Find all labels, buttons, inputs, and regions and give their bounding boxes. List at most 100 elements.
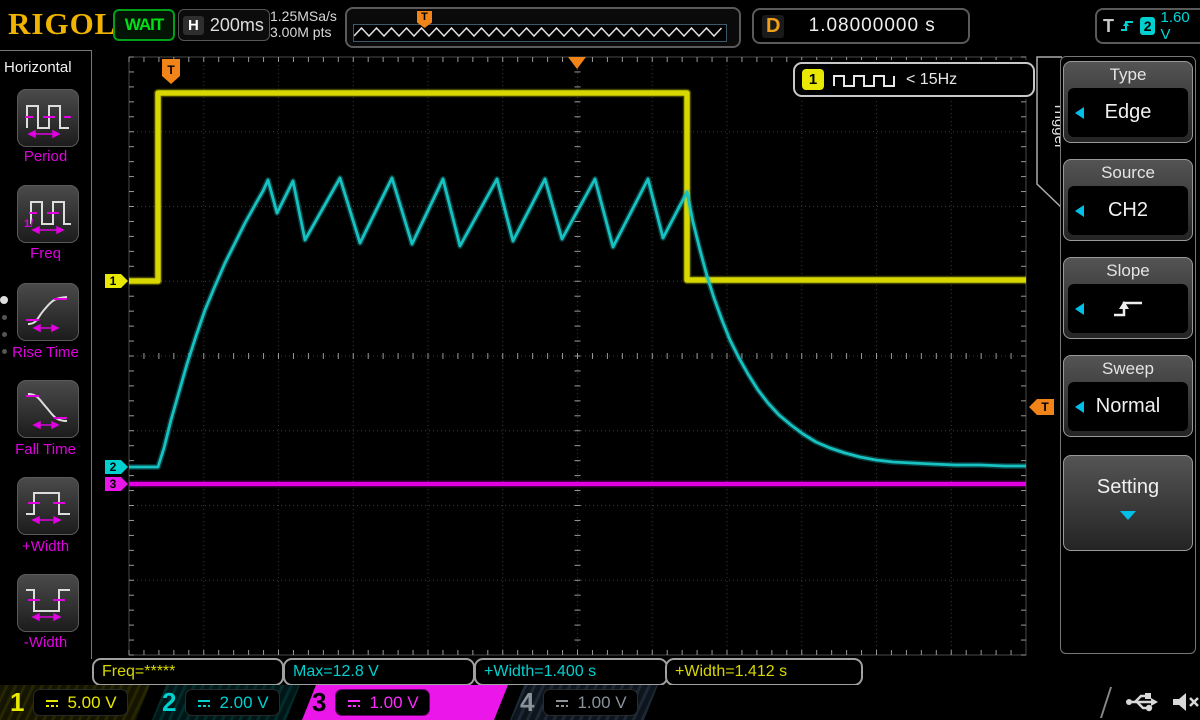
rising-edge-icon [1119,18,1135,34]
rise-time-icon [23,290,73,334]
menu-header-type: Type [1064,62,1192,85]
d-label: D [762,15,784,38]
measure-label-neg-width: -Width [0,634,91,651]
svg-text:3: 3 [110,477,117,491]
panel-title: Horizontal [4,59,72,76]
menu-value-type: Edge [1105,101,1152,124]
trigger-channel-badge: 2 [1140,17,1156,35]
channel-status-bar: 1 5.00 V 2 2.00 V 3 1.00 V 4 [0,685,1200,720]
channel-zero-marker[interactable]: 3 [105,477,128,491]
horizontal-measure-panel: Horizontal Period 1/ Freq [0,50,92,659]
rising-edge-icon [1109,296,1147,322]
dc-coupling-icon [44,698,60,708]
dc-coupling-icon [554,698,570,708]
measure-label-freq: Freq [0,245,91,262]
sample-rate-readout: 1.25MSa/s 3.00M pts [270,8,337,40]
delay-offset-box[interactable]: D 1.08000000 s [752,8,970,44]
channel-2-scale: 2.00 V [219,693,268,713]
channel-4-number: 4 [520,685,534,720]
trigger-tab[interactable]: Trigger [1030,56,1063,214]
measurement-freq: Freq=***** [92,658,284,686]
menu-item-sweep[interactable]: Sweep Normal [1063,355,1193,437]
menu-value-source: CH2 [1108,199,1148,222]
period-icon [23,96,73,140]
speaker-muted-icon[interactable] [1171,691,1200,713]
trigger-menu-panel: Type Edge Source CH2 Slope Sweep Normal … [1060,56,1196,654]
menu-item-type[interactable]: Type Edge [1063,61,1193,143]
channel-1-badge: 1 [802,69,824,90]
h-scale-value: 200ms [210,15,264,36]
channel-1-scale: 5.00 V [67,693,116,713]
svg-text:2: 2 [110,460,117,474]
left-arrow-icon [1075,107,1084,119]
measurement-pwidth-ch2: +Width=1.400 s [474,658,668,686]
dc-coupling-icon [196,698,212,708]
divider [1100,687,1112,718]
setting-label: Setting [1064,476,1192,499]
oscilloscope-screen: RIGOL WAIT H 200ms 1.25MSa/s 3.00M pts T… [0,0,1200,720]
svg-text:1/: 1/ [24,218,33,230]
rigol-logo: RIGOL [8,6,116,42]
channel-1-button[interactable]: 1 5.00 V [0,685,150,720]
channel-3-number: 3 [312,685,326,720]
trigger-frequency-text: < 15Hz [906,71,957,89]
horizontal-scale-box[interactable]: H 200ms [178,9,270,41]
top-status-bar: RIGOL WAIT H 200ms 1.25MSa/s 3.00M pts T… [0,0,1200,50]
channel-zero-marker[interactable]: 2 [105,460,128,474]
waveform-preview[interactable]: T [345,7,741,48]
preview-window [353,24,727,42]
fall-time-icon [23,387,73,431]
measure-label-fall-time: Fall Time [0,441,91,458]
usb-icon[interactable] [1125,691,1159,713]
menu-header-sweep: Sweep [1064,356,1192,379]
down-arrow-icon [1120,511,1136,520]
trigger-frequency-popup: 1 < 15Hz [793,62,1035,97]
dc-coupling-icon [346,698,362,708]
channel-2-button[interactable]: 2 2.00 V [152,685,300,720]
h-label: H [183,16,204,35]
trigger-time-marker[interactable]: T [162,59,180,84]
channel-1-number: 1 [10,685,24,720]
measure-label-rise-time: Rise Time [0,344,91,361]
measure-button-fall-time[interactable] [17,380,79,438]
delay-value: 1.08000000 s [784,15,960,37]
channel-3-scale: 1.00 V [369,693,418,713]
svg-text:T: T [1041,400,1049,414]
measure-button-neg-width[interactable] [17,574,79,632]
measure-button-pos-width[interactable] [17,477,79,535]
trigger-position-icon[interactable] [568,57,586,69]
left-arrow-icon [1075,205,1084,217]
measure-button-period[interactable] [17,89,79,147]
preview-wave [354,25,724,39]
waveform-display: T 1 2 3 T [90,55,1065,658]
menu-item-setting[interactable]: Setting [1063,455,1193,551]
channel-4-scale: 1.00 V [577,693,626,713]
square-wave-icon [832,71,898,89]
pos-width-icon [23,484,73,528]
menu-item-source[interactable]: Source CH2 [1063,159,1193,241]
t-label: T [1103,16,1114,37]
channel-zero-marker[interactable]: 1 [105,274,128,288]
sample-rate: 1.25MSa/s [270,8,337,24]
acquisition-status-badge: WAIT [113,9,175,41]
menu-item-slope[interactable]: Slope [1063,257,1193,339]
channel-3-button[interactable]: 3 1.00 V [302,685,508,720]
trigger-level-marker[interactable]: T [1029,399,1054,415]
trigger-level-value: 1.60 V [1160,9,1200,43]
left-arrow-icon [1075,401,1084,413]
neg-width-icon [23,581,73,625]
channel-4-button[interactable]: 4 1.00 V [510,685,658,720]
measure-button-freq[interactable]: 1/ [17,185,79,243]
left-arrow-icon [1075,303,1084,315]
channel-2-number: 2 [162,685,176,720]
measurement-pwidth-ch1: +Width=1.412 s [665,658,863,686]
measurement-max: Max=12.8 V [283,658,475,686]
measure-button-rise-time[interactable] [17,283,79,341]
measure-label-pos-width: +Width [0,538,91,555]
menu-header-source: Source [1064,160,1192,183]
trigger-info-box[interactable]: T 2 1.60 V [1095,8,1200,44]
memory-depth: 3.00M pts [270,24,337,40]
svg-text:1: 1 [110,274,117,288]
menu-header-slope: Slope [1064,258,1192,281]
freq-icon: 1/ [23,192,73,236]
